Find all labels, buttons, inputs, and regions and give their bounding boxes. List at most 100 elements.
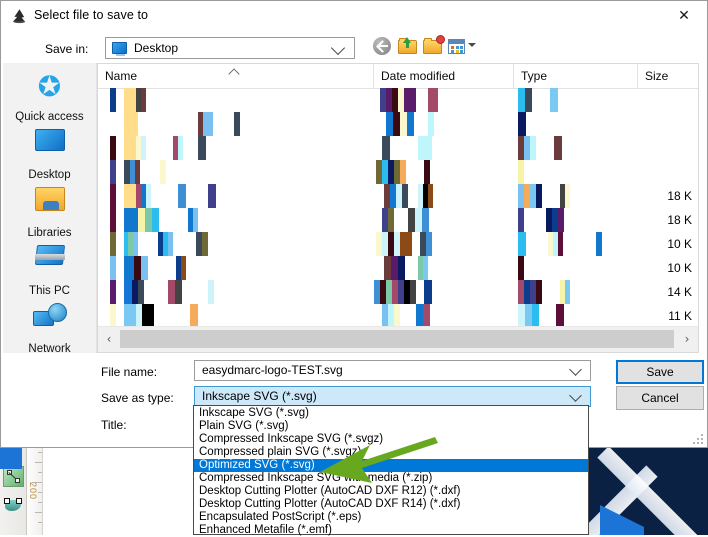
table-row[interactable]	[98, 280, 698, 304]
file-name-input[interactable]: easydmarc-logo-TEST.svg	[194, 360, 591, 381]
redacted-date-block	[424, 160, 430, 184]
dropdown-option[interactable]: Desktop Cutting Plotter (AutoCAD DXF R12…	[194, 485, 588, 498]
redacted-date-block	[423, 256, 428, 280]
column-header-name[interactable]: Name	[98, 64, 374, 88]
places-sidebar: ✪ Quick access Desktop Libraries This PC…	[3, 63, 97, 355]
back-button[interactable]	[370, 34, 396, 58]
column-header-size[interactable]: Size	[638, 64, 698, 88]
table-row[interactable]	[98, 232, 698, 256]
chevron-down-icon[interactable]	[569, 389, 582, 402]
redacted-name-block	[168, 280, 175, 304]
redacted-date-block	[433, 88, 438, 112]
table-row[interactable]	[98, 184, 698, 208]
redacted-name-block	[133, 232, 138, 256]
cancel-button[interactable]: Cancel	[616, 386, 704, 410]
up-folder-button[interactable]	[395, 34, 421, 58]
redacted-type-block	[556, 304, 564, 326]
redacted-name-block	[110, 304, 116, 326]
redacted-type-block	[525, 304, 532, 326]
dropdown-option[interactable]: Compressed Inkscape SVG with media (*.zi…	[194, 472, 588, 485]
redacted-date-block	[424, 280, 432, 304]
column-header-date-modified[interactable]: Date modified	[374, 64, 514, 88]
new-folder-button[interactable]	[420, 34, 446, 58]
save-in-combo[interactable]: Desktop	[105, 37, 355, 59]
save-as-type-combo[interactable]: Inkscape SVG (*.svg)	[194, 386, 591, 407]
chevron-down-icon[interactable]	[569, 363, 582, 376]
file-size-cell: 18 K	[667, 213, 692, 227]
redacted-type-block	[558, 232, 563, 256]
sidebar-item-this-pc[interactable]: This PC	[3, 241, 96, 299]
save-as-type-dropdown[interactable]: Inkscape SVG (*.svg) Plain SVG (*.svg) Com…	[193, 405, 589, 537]
close-icon[interactable]: ✕	[661, 1, 707, 30]
redacted-type-block	[518, 256, 524, 280]
dropdown-option[interactable]: Compressed plain SVG (*.svgz)	[194, 446, 588, 459]
column-label: Date modified	[381, 69, 456, 83]
dropdown-option[interactable]: Inkscape SVG (*.svg)	[194, 407, 588, 420]
file-type-icon	[124, 112, 138, 136]
node-tool-icon[interactable]	[3, 494, 24, 515]
redacted-name-block	[193, 208, 198, 232]
scrollbar-thumb[interactable]	[120, 330, 674, 348]
dropdown-option[interactable]: Plain SVG (*.svg)	[194, 420, 588, 433]
horizontal-scrollbar[interactable]: ‹ ›	[98, 326, 698, 352]
dropdown-option[interactable]: Enhanced Metafile (*.emf)	[194, 524, 588, 537]
table-row[interactable]	[98, 208, 698, 232]
redacted-date-block	[400, 160, 406, 184]
file-rows[interactable]: 18 K18 K10 K10 K14 K11 K11 K	[98, 88, 698, 326]
table-row[interactable]	[98, 256, 698, 280]
redacted-type-block	[565, 184, 570, 208]
view-mode-button[interactable]	[446, 34, 480, 58]
dropdown-option[interactable]: Desktop Cutting Plotter (AutoCAD DXF R14…	[194, 498, 588, 511]
sidebar-item-label: Libraries	[27, 227, 72, 239]
file-list[interactable]: Name Date modified Type Size 18 K 18 K 10 …	[97, 63, 699, 353]
redacted-name-block	[110, 88, 116, 112]
resize-grip[interactable]	[691, 432, 703, 444]
sidebar-item-network[interactable]: Network	[3, 299, 96, 357]
gradient-tool-icon[interactable]	[0, 466, 24, 489]
sidebar-item-label: Quick access	[15, 111, 84, 123]
dropdown-option[interactable]: Optimized SVG (*.svg)	[194, 459, 588, 472]
redacted-date-block	[407, 112, 414, 136]
file-size-cell: 14 K	[667, 285, 692, 299]
table-row[interactable]	[98, 160, 698, 184]
save-button[interactable]: Save	[616, 360, 704, 384]
redacted-type-block	[536, 280, 542, 304]
redacted-type-block	[518, 232, 526, 256]
redacted-name-block	[141, 136, 146, 160]
table-row[interactable]	[98, 112, 698, 136]
column-header-type[interactable]: Type	[514, 64, 638, 88]
sidebar-item-desktop[interactable]: Desktop	[3, 125, 96, 183]
dropdown-option[interactable]: Compressed Inkscape SVG (*.svgz)	[194, 433, 588, 446]
redacted-date-block	[410, 280, 416, 304]
redacted-type-block	[558, 208, 564, 232]
redacted-date-block	[426, 232, 432, 256]
redacted-date-block	[422, 208, 429, 232]
redacted-name-block	[168, 232, 173, 256]
table-row[interactable]	[98, 304, 698, 326]
scroll-right-icon[interactable]: ›	[678, 327, 696, 351]
redacted-date-block	[388, 208, 394, 232]
redacted-date-block	[425, 136, 432, 160]
redacted-date-block	[408, 208, 415, 232]
dialog-titlebar[interactable]: Select file to save to ✕	[1, 1, 707, 31]
redacted-name-block	[141, 256, 148, 280]
table-row[interactable]	[98, 136, 698, 160]
back-arrow-icon	[373, 37, 391, 55]
redacted-date-block	[398, 256, 405, 280]
save-in-label: Save in:	[45, 42, 89, 56]
file-type-icon	[124, 208, 138, 232]
dropdown-option[interactable]: Encapsulated PostScript (*.eps)	[194, 511, 588, 524]
ruler-label: 200	[28, 482, 38, 501]
sidebar-item-libraries[interactable]: Libraries	[3, 183, 96, 241]
inkscape-icon	[13, 9, 26, 24]
redacted-name-block	[110, 280, 116, 304]
redacted-name-block	[160, 160, 166, 184]
redacted-type-block	[536, 184, 542, 208]
redacted-name-block	[145, 208, 152, 232]
redacted-date-block	[384, 256, 391, 280]
table-row[interactable]	[98, 88, 698, 112]
sort-ascending-icon	[228, 68, 240, 80]
column-header-row: Name Date modified Type Size	[98, 64, 698, 89]
sidebar-item-quick-access[interactable]: ✪ Quick access	[3, 67, 96, 125]
scroll-left-icon[interactable]: ‹	[100, 327, 118, 351]
